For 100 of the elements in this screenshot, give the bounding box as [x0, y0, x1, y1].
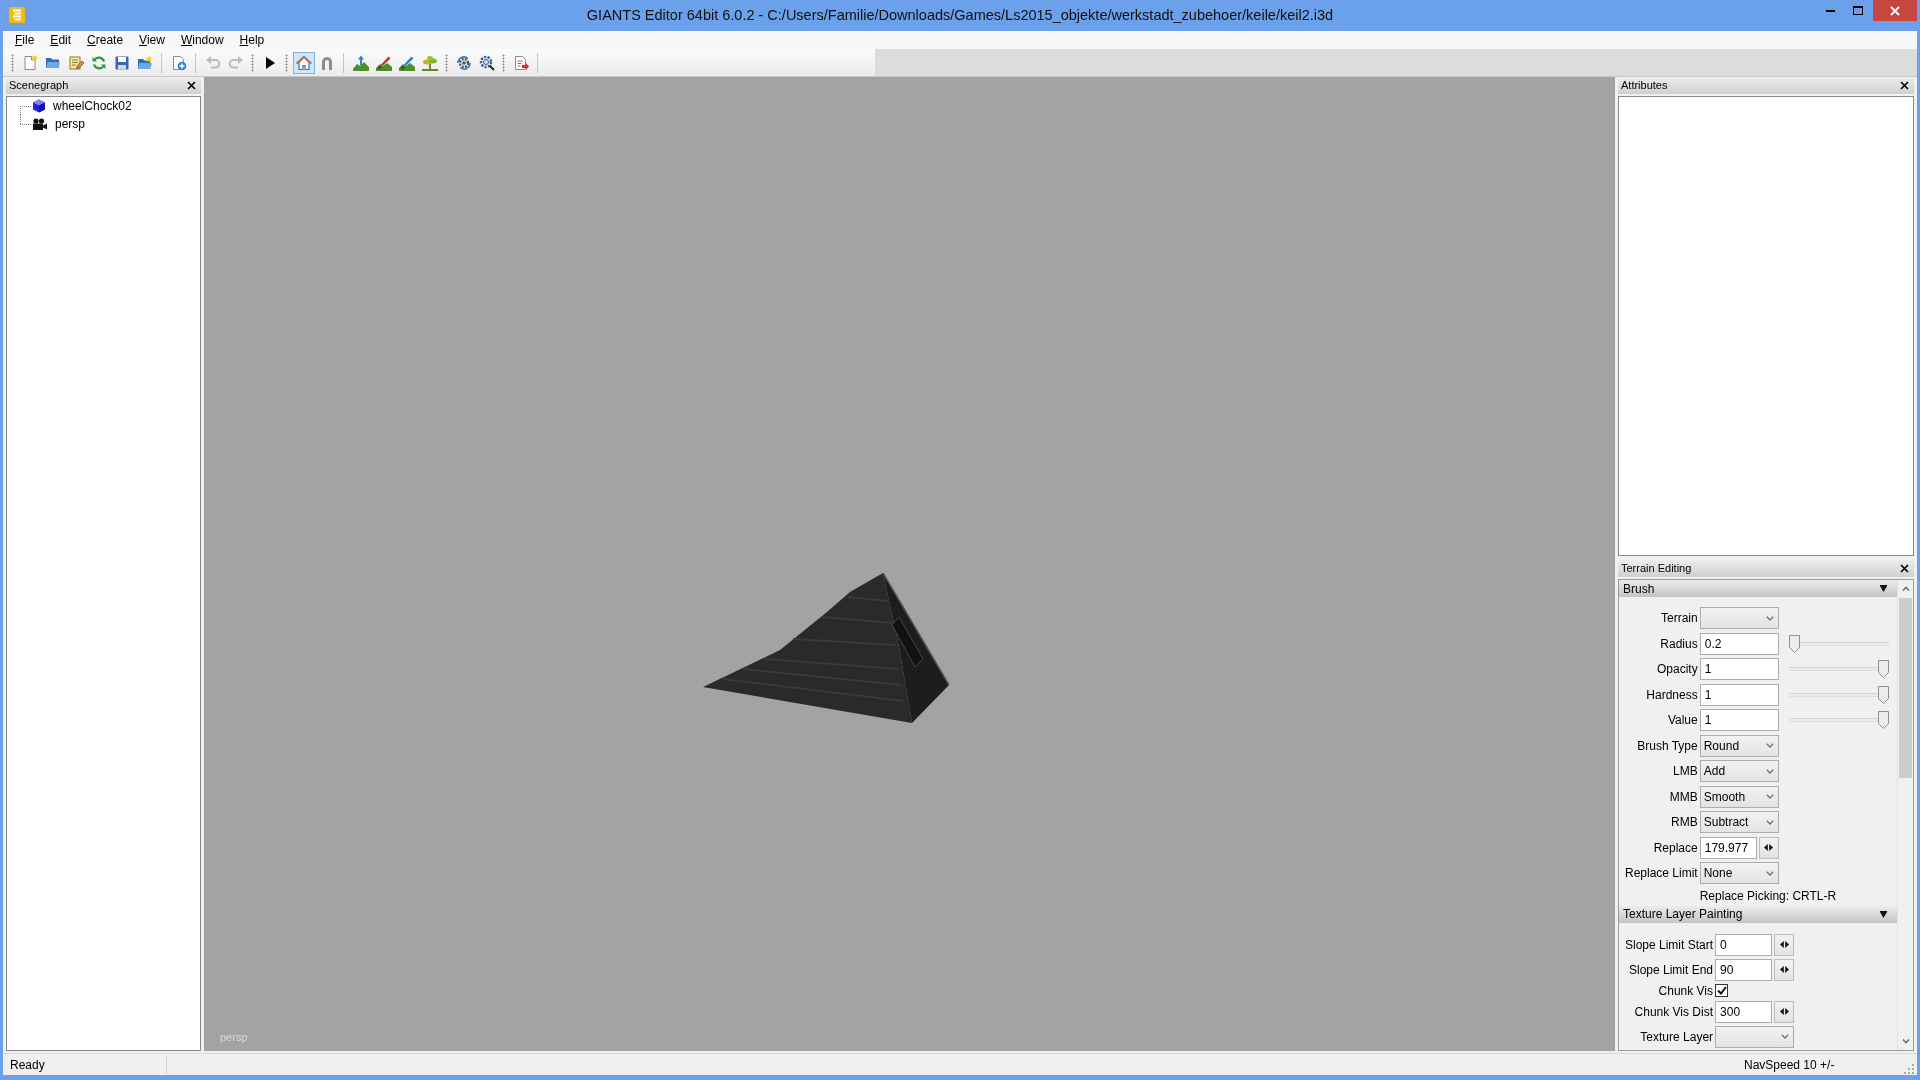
- terrain-arrow-icon: [352, 54, 369, 71]
- field-label: Brush Type: [1636, 738, 1698, 753]
- document-plus-icon: [170, 54, 187, 71]
- left-right-arrows-icon: [1779, 966, 1789, 973]
- folder-star-icon: [136, 54, 153, 71]
- menu-item[interactable]: File: [7, 32, 43, 48]
- check-icon: [1716, 986, 1727, 995]
- spin-button[interactable]: [1774, 933, 1795, 956]
- field-label: Value: [1666, 713, 1698, 727]
- text-field[interactable]: 1: [1699, 709, 1779, 731]
- field-label: Slope Limit Start: [1625, 937, 1714, 952]
- field-label: RMB: [1670, 815, 1698, 829]
- section-header[interactable]: Brush: [1619, 580, 1897, 597]
- cube-icon: [32, 99, 46, 113]
- caret-icon: [1880, 910, 1887, 918]
- field-label: Terrain: [1660, 611, 1698, 625]
- field-label: Texture Layer: [1639, 1029, 1714, 1044]
- field-label: Hardness: [1645, 687, 1698, 702]
- dropdown[interactable]: Add: [1699, 760, 1779, 782]
- dropdown[interactable]: None: [1699, 862, 1779, 884]
- shortcut-hint: Replace Picking: CRTL-R: [1699, 887, 1838, 903]
- dropdown[interactable]: Round: [1699, 734, 1779, 757]
- left-right-arrows-icon: [1779, 1008, 1789, 1015]
- scrollbar-thumb[interactable]: [1899, 598, 1912, 778]
- scrollbar[interactable]: [1897, 580, 1913, 1050]
- field-label: MMB: [1668, 789, 1698, 804]
- terrain-paint-icon: [398, 54, 415, 71]
- gear-arrows-icon: [455, 54, 472, 71]
- slider-thumb[interactable]: [1788, 634, 1800, 653]
- field-label: Replace: [1652, 840, 1698, 855]
- spin-button[interactable]: [1774, 1000, 1795, 1023]
- panel-title: Terrain Editing: [1621, 562, 1692, 575]
- reload-icon: [90, 54, 107, 71]
- chevron-icon: [1765, 794, 1774, 799]
- chevron-up-icon: [1901, 586, 1910, 591]
- text-field[interactable]: 300: [1715, 1000, 1773, 1023]
- text-field[interactable]: 179.977: [1699, 836, 1757, 859]
- close-icon: [1890, 5, 1900, 16]
- redo-icon: [227, 54, 244, 71]
- close-icon: [1899, 81, 1909, 90]
- field-label: Opacity: [1656, 662, 1698, 676]
- panel-title: Attributes: [1621, 79, 1668, 92]
- field-label: LMB: [1672, 764, 1698, 778]
- close-button[interactable]: [185, 79, 197, 92]
- dropdown[interactable]: Smooth: [1699, 785, 1779, 808]
- chevron-icon: [1781, 1034, 1790, 1039]
- resize-grip-icon[interactable]: [1904, 1063, 1914, 1074]
- app-icon: [9, 7, 25, 23]
- text-field[interactable]: 90: [1715, 958, 1773, 981]
- slider-thumb[interactable]: [1877, 711, 1889, 729]
- section-header[interactable]: Texture Layer Painting: [1619, 905, 1897, 923]
- text-field[interactable]: 0.2: [1699, 632, 1779, 655]
- menu-item[interactable]: Help: [231, 32, 273, 48]
- menu-item[interactable]: View: [131, 32, 173, 48]
- close-icon: [186, 81, 196, 90]
- close-button[interactable]: [1898, 562, 1910, 575]
- chevron-icon: [1765, 615, 1774, 621]
- nav-speed-text: NavSpeed 10 +/-: [1744, 1057, 1835, 1072]
- spin-button[interactable]: [1758, 836, 1779, 859]
- panel-title: Scenegraph: [9, 79, 69, 92]
- text-field[interactable]: 1: [1699, 658, 1779, 680]
- caret-icon: [1880, 585, 1887, 592]
- chevron-icon: [1765, 743, 1774, 748]
- window-title: GIANTS Editor 64bit 6.0.2 - C:/Users/Familie/Downloads/Games/Ls2015_objekte/werkstadt_zubehoer/keile/keil2.i3d: [586, 7, 1334, 24]
- undo-icon: [204, 54, 221, 71]
- home-icon: [295, 54, 312, 71]
- field-label: Slope Limit End: [1628, 962, 1714, 977]
- chevron-icon: [1765, 768, 1774, 774]
- menu-item[interactable]: Window: [172, 32, 232, 48]
- maximize-icon: [1852, 6, 1863, 15]
- text-field[interactable]: 1: [1699, 683, 1779, 706]
- tree-item[interactable]: wheelChock02: [32, 98, 135, 114]
- field-label: Radius: [1659, 636, 1698, 651]
- slider-thumb[interactable]: [1877, 685, 1889, 704]
- gear-magnifier-icon: [478, 54, 495, 71]
- left-right-arrows-icon: [1764, 844, 1774, 851]
- terrain-brush-icon: [375, 54, 392, 71]
- notepad-pencil-icon: [67, 54, 84, 71]
- minimize-icon: [1826, 9, 1835, 12]
- menu-item[interactable]: Create: [79, 32, 132, 48]
- tree-item[interactable]: persp: [32, 116, 89, 132]
- close-button[interactable]: [1898, 79, 1910, 92]
- plant-icon: [421, 54, 438, 71]
- close-icon: [1899, 564, 1909, 573]
- document-arrow-icon: [512, 54, 529, 71]
- status-message: Ready: [10, 1057, 45, 1072]
- chevron-icon: [1765, 870, 1774, 876]
- slider-thumb[interactable]: [1877, 660, 1889, 678]
- field-label: Chunk Vis: [1657, 983, 1714, 998]
- text-field[interactable]: 0: [1715, 933, 1773, 956]
- checkbox[interactable]: [1715, 984, 1729, 997]
- menu-item[interactable]: Edit: [42, 32, 80, 48]
- chevron-icon: [1765, 819, 1774, 825]
- dropdown[interactable]: Subtract: [1699, 811, 1779, 833]
- field-label: Replace Limit: [1625, 866, 1698, 880]
- left-right-arrows-icon: [1779, 941, 1789, 948]
- spin-button[interactable]: [1774, 958, 1795, 981]
- chevron-down-icon: [1901, 1039, 1910, 1044]
- field-label: Chunk Vis Dist: [1633, 1004, 1714, 1019]
- new-file-icon: [21, 54, 38, 71]
